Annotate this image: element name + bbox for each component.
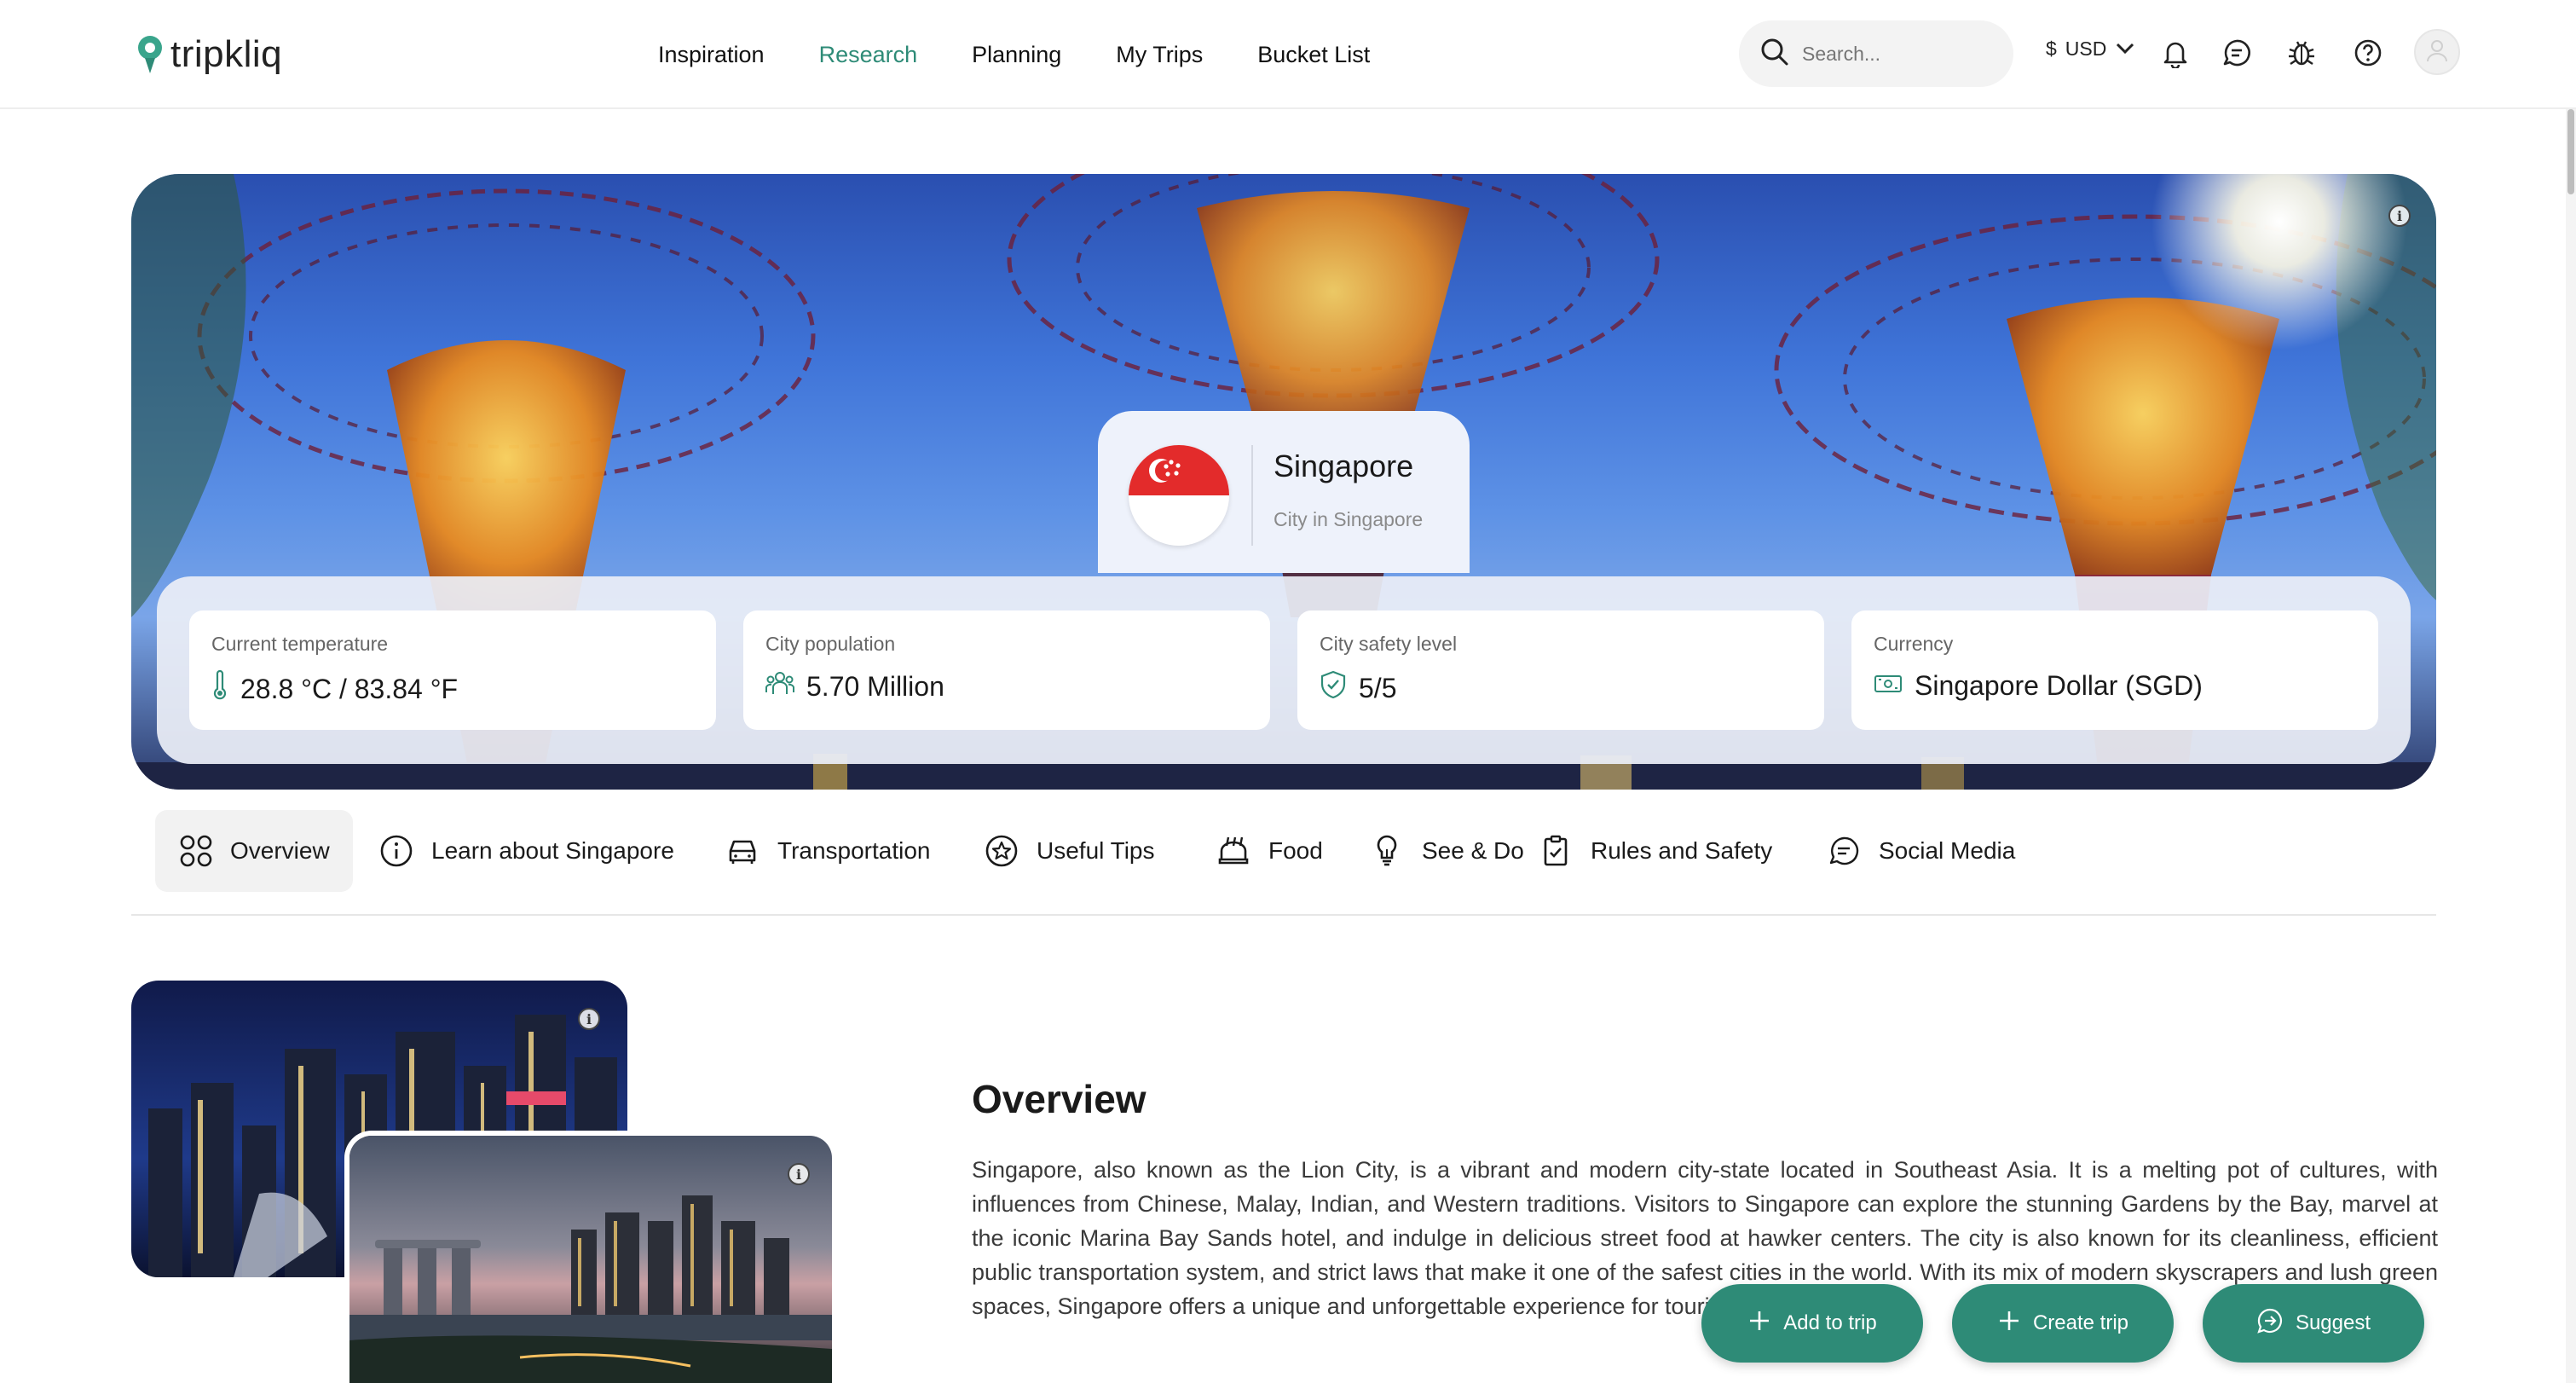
bell-icon[interactable] <box>2157 34 2194 72</box>
city-name: Singapore <box>1274 448 1414 483</box>
logo[interactable]: tripkliq <box>135 31 282 78</box>
image-info-icon[interactable]: i <box>578 1008 600 1030</box>
create-trip-label: Create trip <box>2032 1311 2129 1334</box>
info-icon <box>378 833 414 869</box>
star-badge-icon <box>984 833 1019 869</box>
tab-label: Useful Tips <box>1037 837 1155 864</box>
logo-pin-icon <box>135 34 165 75</box>
city-subtitle: City in Singapore <box>1274 508 1424 530</box>
section-tabs: Overview Learn about Singapore Transport… <box>131 810 2436 916</box>
banknote-icon <box>1874 670 1903 702</box>
main-nav: Inspiration Research Planning My Trips B… <box>658 32 1424 77</box>
stat-value: 5/5 <box>1359 672 1397 703</box>
tab-food[interactable]: Food <box>1192 810 1347 892</box>
currency-selector[interactable]: $ USD <box>2046 38 2135 61</box>
nav-my-trips[interactable]: My Trips <box>1116 32 1203 77</box>
user-icon <box>2424 38 2450 67</box>
tab-label: Learn about Singapore <box>431 837 674 864</box>
tab-transportation[interactable]: Transportation <box>701 810 955 892</box>
nav-bucket-list[interactable]: Bucket List <box>1257 32 1370 77</box>
tab-label: Rules and Safety <box>1591 837 1773 864</box>
clipboard-check-icon <box>1538 833 1574 869</box>
stat-label: Currency <box>1874 633 1954 655</box>
add-to-trip-button[interactable]: Add to trip <box>1701 1284 1923 1363</box>
chat-bubble-icon <box>1826 833 1862 869</box>
car-icon <box>725 833 760 869</box>
nav-research[interactable]: Research <box>819 32 918 77</box>
tab-label: Social Media <box>1879 837 2016 864</box>
plus-icon <box>1747 1309 1771 1339</box>
top-header: tripkliq Inspiration Research Planning M… <box>0 0 2576 109</box>
stat-currency: Currency Singapore Dollar (SGD) <box>1851 610 2378 730</box>
stat-value: Singapore Dollar (SGD) <box>1915 670 2203 701</box>
overview-photo-marina-bay: i <box>344 1131 837 1383</box>
image-info-icon[interactable]: i <box>788 1163 810 1185</box>
suggest-button[interactable]: Suggest <box>2203 1284 2424 1363</box>
bug-icon[interactable] <box>2283 34 2320 72</box>
brand-name: tripkliq <box>170 33 283 75</box>
hero-banner: i Singapore City in Singapore Current te… <box>131 174 2436 790</box>
search-box[interactable] <box>1739 20 2013 87</box>
plus-icon <box>1997 1309 2021 1339</box>
scrollbar[interactable] <box>2566 109 2576 1383</box>
thermometer-icon <box>211 669 228 708</box>
avatar[interactable] <box>2414 29 2460 75</box>
shield-check-icon <box>1320 670 1347 706</box>
tab-rules-safety[interactable]: Rules and Safety <box>1514 810 1796 892</box>
stat-label: City safety level <box>1320 633 1458 655</box>
city-card-divider <box>1251 445 1253 546</box>
nav-inspiration[interactable]: Inspiration <box>658 32 765 77</box>
tab-useful-tips[interactable]: Useful Tips <box>960 810 1179 892</box>
grid-icon <box>179 833 213 869</box>
search-icon <box>1759 37 1790 72</box>
stat-temperature: Current temperature 28.8 °C / 83.84 °F <box>189 610 716 730</box>
tab-learn-about[interactable]: Learn about Singapore <box>355 810 698 892</box>
suggest-label: Suggest <box>2295 1311 2371 1334</box>
lightbulb-icon <box>1369 833 1405 869</box>
stats-panel: Current temperature 28.8 °C / 83.84 °F C… <box>157 576 2411 764</box>
stat-safety: City safety level 5/5 <box>1297 610 1824 730</box>
scrollbar-thumb[interactable] <box>2567 109 2574 194</box>
add-to-trip-label: Add to trip <box>1783 1311 1877 1334</box>
stat-label: Current temperature <box>211 633 389 655</box>
search-input[interactable] <box>1802 42 1990 66</box>
tab-label: Transportation <box>777 837 931 864</box>
tab-label: See & Do <box>1422 837 1524 864</box>
chat-icon[interactable] <box>2218 34 2255 72</box>
help-icon[interactable] <box>2349 34 2387 72</box>
stat-value: 5.70 Million <box>806 670 944 702</box>
city-card: Singapore City in Singapore <box>1098 411 1470 573</box>
food-icon <box>1216 833 1251 869</box>
currency-code: USD <box>2065 38 2107 60</box>
chevron-down-icon <box>2115 38 2135 61</box>
tab-label: Food <box>1268 837 1323 864</box>
image-info-icon[interactable]: i <box>2388 205 2411 227</box>
tab-overview[interactable]: Overview <box>155 810 353 892</box>
tab-label: Overview <box>230 837 330 864</box>
tab-social-media[interactable]: Social Media <box>1802 810 2039 892</box>
suggest-arrow-icon <box>2256 1307 2284 1340</box>
stat-label: City population <box>765 633 896 655</box>
singapore-flag-icon <box>1129 445 1229 546</box>
nav-planning[interactable]: Planning <box>972 32 1061 77</box>
currency-symbol: $ <box>2046 38 2057 60</box>
create-trip-button[interactable]: Create trip <box>1952 1284 2174 1363</box>
overview-title: Overview <box>972 1077 1146 1121</box>
stat-value: 28.8 °C / 83.84 °F <box>240 673 459 704</box>
people-icon <box>765 670 794 703</box>
stat-population: City population 5.70 Million <box>743 610 1270 730</box>
